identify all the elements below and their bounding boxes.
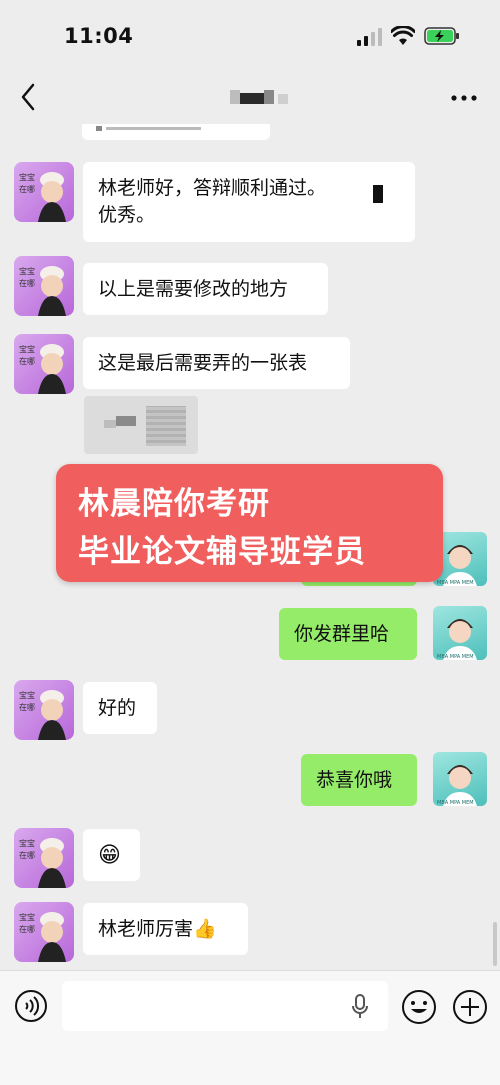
sender-avatar[interactable]: 宝宝 在哪 [14, 256, 74, 316]
svg-text:宝宝: 宝宝 [19, 912, 35, 922]
message-text: 林老师好，答辩顺利通过。 [98, 177, 327, 199]
baby-avatar-icon: 宝宝 在哪 [19, 690, 66, 740]
baby-avatar-icon: 宝宝 在哪 [19, 172, 66, 222]
message-text: 优秀。 [98, 204, 156, 226]
message-text: 😁 [98, 843, 121, 868]
svg-text:在哪: 在哪 [19, 850, 35, 860]
more-dots-icon[interactable] [451, 94, 477, 102]
message-text: 恭喜你哦 [316, 769, 393, 791]
sender-avatar[interactable]: 宝宝 在哪 [14, 828, 74, 888]
message-bubble[interactable]: 林老师好，答辩顺利通过。 优秀。 [83, 162, 415, 242]
sender-avatar[interactable]: 宝宝 在哪 [14, 680, 74, 740]
message-bubble[interactable]: 恭喜你哦 [301, 754, 417, 806]
baby-avatar-icon: 宝宝 在哪 [19, 912, 66, 962]
svg-text:宝宝: 宝宝 [19, 344, 35, 354]
message-bubble[interactable]: 以上是需要修改的地方 [83, 263, 328, 315]
svg-text:在哪: 在哪 [19, 184, 35, 194]
wifi-icon [391, 26, 415, 45]
svg-text:MBA MPA MEM: MBA MPA MEM [437, 654, 474, 660]
svg-text:在哪: 在哪 [19, 924, 35, 934]
message-bubble[interactable]: 林老师厉害👍 [83, 903, 248, 955]
image-attachment[interactable] [84, 396, 198, 454]
chat-header [0, 70, 500, 124]
cellular-signal-icon [357, 28, 382, 46]
status-time: 11:04 [64, 24, 134, 48]
promo-line-1: 林晨陪你考研 [78, 486, 270, 522]
chat-title-redacted [230, 90, 290, 104]
svg-text:在哪: 在哪 [19, 356, 35, 366]
svg-text:在哪: 在哪 [19, 278, 35, 288]
battery-charging-icon [424, 27, 459, 45]
redacted-mark [373, 185, 383, 203]
svg-text:MBA MPA MEM: MBA MPA MEM [437, 800, 474, 806]
svg-text:宝宝: 宝宝 [19, 172, 35, 182]
status-bar: 11:04 [0, 0, 500, 70]
message-text: 这是最后需要弄的一张表 [98, 352, 308, 374]
message-bubble[interactable]: 好的 [83, 682, 157, 734]
emoji-icon[interactable] [401, 989, 437, 1025]
chevron-left-icon[interactable] [16, 82, 40, 112]
mic-icon[interactable] [350, 993, 370, 1021]
sender-avatar[interactable]: 宝宝 在哪 [14, 162, 74, 222]
baby-avatar-icon: 宝宝 在哪 [19, 344, 66, 394]
sender-avatar[interactable]: 宝宝 在哪 [14, 334, 74, 394]
plus-icon[interactable] [452, 989, 488, 1025]
baby-avatar-icon: 宝宝 在哪 [19, 838, 66, 888]
message-text: 以上是需要修改的地方 [98, 278, 289, 300]
message-bubble[interactable]: 😁 [83, 829, 140, 881]
svg-text:宝宝: 宝宝 [19, 690, 35, 700]
voice-icon[interactable] [14, 989, 48, 1023]
boy-avatar-icon: MBA MPA MEM [437, 765, 477, 806]
own-avatar[interactable]: MBA MPA MEM [433, 606, 487, 660]
boy-avatar-icon: MBA MPA MEM [437, 619, 477, 660]
message-bubble[interactable]: 你发群里哈 [279, 608, 417, 660]
scrollbar[interactable] [493, 922, 497, 966]
promo-overlay-banner: 林晨陪你考研 毕业论文辅导班学员 [56, 464, 443, 582]
promo-line-2: 毕业论文辅导班学员 [78, 534, 366, 570]
file-card-partial[interactable] [82, 124, 270, 140]
own-avatar[interactable]: MBA MPA MEM [433, 752, 487, 806]
svg-text:MBA MPA MEM: MBA MPA MEM [437, 580, 474, 586]
message-bubble[interactable]: 这是最后需要弄的一张表 [83, 337, 350, 389]
baby-avatar-icon: 宝宝 在哪 [19, 266, 66, 316]
svg-text:在哪: 在哪 [19, 702, 35, 712]
message-text: 林老师厉害👍 [98, 918, 217, 940]
svg-text:宝宝: 宝宝 [19, 838, 35, 848]
message-text: 你发群里哈 [294, 623, 390, 645]
svg-text:宝宝: 宝宝 [19, 266, 35, 276]
message-text: 好的 [98, 697, 137, 719]
message-input[interactable] [62, 981, 388, 1031]
sender-avatar[interactable]: 宝宝 在哪 [14, 902, 74, 962]
chat-input-bar [0, 970, 500, 1085]
